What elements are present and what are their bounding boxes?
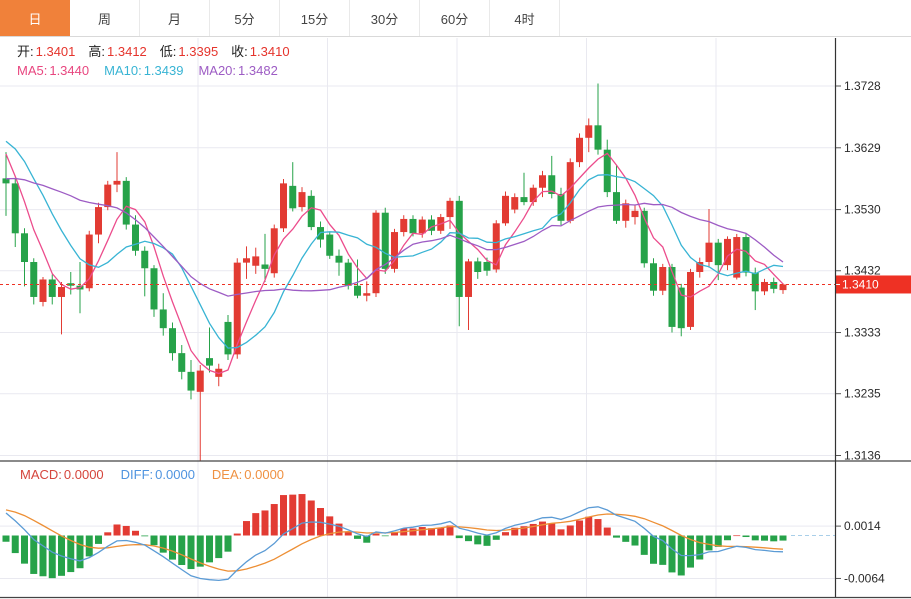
- open-value: 1.3401: [36, 45, 76, 59]
- dea-value: 0.0000: [244, 468, 284, 482]
- macd-readout: MACD: 0.0000: [20, 468, 104, 482]
- period-tabbar: 日 周 月 5分 15分 30分 60分 4时: [0, 0, 911, 37]
- svg-text:1.3530: 1.3530: [844, 203, 881, 217]
- close-label: 收:: [231, 45, 248, 59]
- low-value: 1.3395: [178, 45, 218, 59]
- svg-text:1.3629: 1.3629: [844, 141, 881, 155]
- tab-30min[interactable]: 30分: [350, 0, 420, 36]
- diff-label: DIFF:: [121, 468, 154, 482]
- last-price-badge: 1.3410: [836, 275, 911, 293]
- diff-line: [6, 507, 783, 581]
- axes: 1.37281.36291.35301.34321.33331.32351.31…: [0, 38, 911, 598]
- svg-text:1.3333: 1.3333: [844, 326, 881, 340]
- tab-4hour[interactable]: 4时: [490, 0, 560, 36]
- svg-text:1.3235: 1.3235: [844, 387, 881, 401]
- macd-label: MACD:: [20, 468, 62, 482]
- ma20-value: 1.3482: [238, 64, 278, 78]
- ma5-readout: MA5: 1.3440: [17, 64, 89, 78]
- high-label: 高:: [88, 45, 105, 59]
- tab-15min[interactable]: 15分: [280, 0, 350, 36]
- tab-day[interactable]: 日: [0, 0, 70, 36]
- svg-text:1.3410: 1.3410: [842, 277, 879, 291]
- tab-60min[interactable]: 60分: [420, 0, 490, 36]
- kline-chart[interactable]: 1.37281.36291.35301.34321.33331.32351.31…: [0, 0, 911, 599]
- dea-label: DEA:: [212, 468, 242, 482]
- tab-month[interactable]: 月: [140, 0, 210, 36]
- ma5-label: MA5:: [17, 64, 47, 78]
- tab-5min[interactable]: 5分: [210, 0, 280, 36]
- macd-value: 0.0000: [64, 468, 104, 482]
- close-value: 1.3410: [250, 45, 290, 59]
- high-readout: 高: 1.3412: [88, 45, 146, 59]
- ma10-readout: MA10: 1.3439: [104, 64, 183, 78]
- ma20-label: MA20:: [198, 64, 236, 78]
- ma-lines: [6, 141, 783, 373]
- diff-value: 0.0000: [155, 468, 195, 482]
- low-readout: 低: 1.3395: [160, 45, 218, 59]
- ma-legend: MA5: 1.3440 MA10: 1.3439 MA20: 1.3482: [17, 64, 293, 78]
- low-label: 低:: [160, 45, 177, 59]
- gridlines: [0, 38, 835, 597]
- open-readout: 开: 1.3401: [17, 45, 75, 59]
- svg-text:1.3136: 1.3136: [844, 448, 881, 462]
- dea-readout: DEA: 0.0000: [212, 468, 284, 482]
- svg-text:-0.0064: -0.0064: [844, 571, 885, 585]
- macd-series: [3, 494, 836, 580]
- ohlc-legend: 开: 1.3401 高: 1.3412 低: 1.3395 收: 1.3410: [17, 45, 303, 59]
- high-value: 1.3412: [107, 45, 147, 59]
- kline-app: { "toolbar": { "active_color": "#f0813a"…: [0, 0, 911, 599]
- ma5-value: 1.3440: [49, 64, 89, 78]
- svg-text:1.3728: 1.3728: [844, 79, 881, 93]
- close-readout: 收: 1.3410: [231, 45, 289, 59]
- open-label: 开:: [17, 45, 34, 59]
- ma10-label: MA10:: [104, 64, 142, 78]
- tab-week[interactable]: 周: [70, 0, 140, 36]
- candlestick-series: [3, 84, 787, 461]
- ma20-readout: MA20: 1.3482: [198, 64, 277, 78]
- svg-text:0.0014: 0.0014: [844, 519, 881, 533]
- macd-legend: MACD: 0.0000 DIFF: 0.0000 DEA: 0.0000: [20, 468, 301, 482]
- ma10-value: 1.3439: [144, 64, 184, 78]
- diff-readout: DIFF: 0.0000: [121, 468, 195, 482]
